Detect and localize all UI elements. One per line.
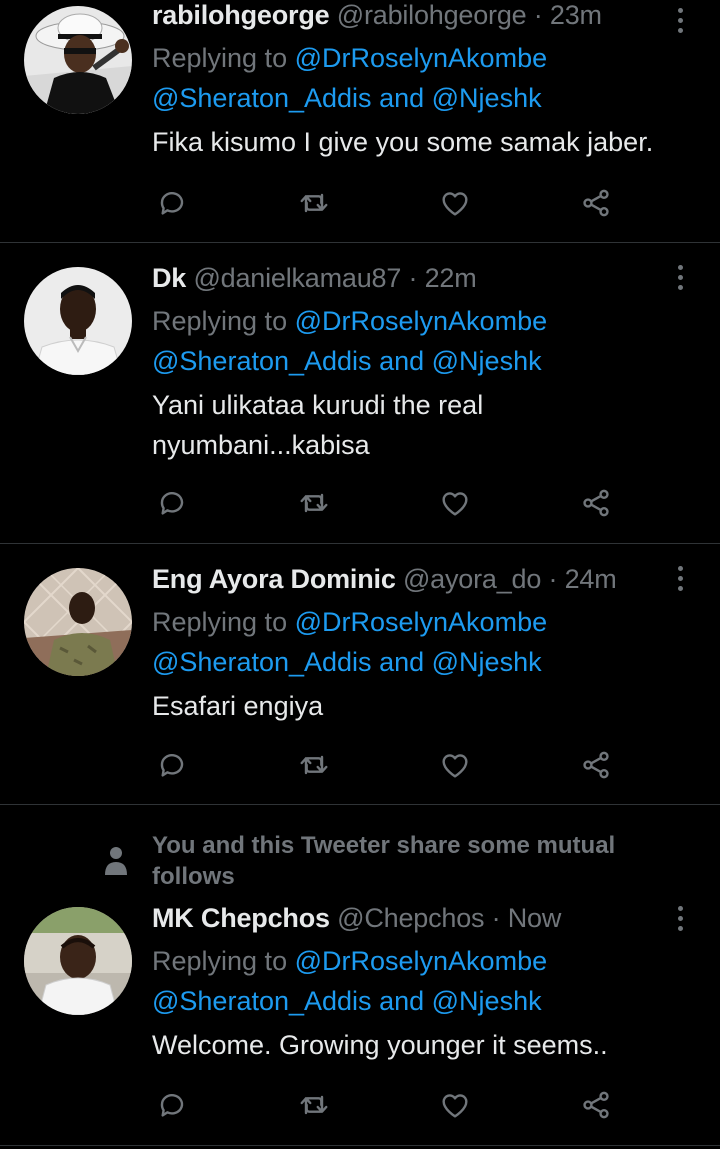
replying-to-continued: @Sheraton_Addis and @Njeshk xyxy=(152,981,660,1021)
mention-link[interactable]: @Sheraton_Addis xyxy=(152,346,372,376)
mention-link[interactable]: @DrRoselynAkombe xyxy=(295,306,548,336)
avatar[interactable] xyxy=(24,568,132,676)
like-icon[interactable] xyxy=(435,183,475,223)
more-options-icon[interactable] xyxy=(670,906,690,931)
retweet-icon[interactable] xyxy=(294,1085,334,1125)
more-options-icon[interactable] xyxy=(670,265,690,290)
replying-to-label: Replying to xyxy=(152,43,288,73)
like-icon[interactable] xyxy=(435,745,475,785)
tweet-text: Fika kisumo I give you some samak jaber. xyxy=(152,127,654,157)
timestamp[interactable]: 22m xyxy=(425,263,477,293)
display-name[interactable]: rabilohgeorge xyxy=(152,0,330,30)
mention-link[interactable]: @Njeshk xyxy=(432,83,542,113)
retweet-icon[interactable] xyxy=(294,483,334,523)
more-options-icon[interactable] xyxy=(670,566,690,591)
display-name[interactable]: Eng Ayora Dominic xyxy=(152,564,396,594)
mention-link[interactable]: @DrRoselynAkombe xyxy=(295,43,548,73)
replying-to: Replying to @DrRoselynAkombe xyxy=(152,38,660,78)
tweet-actions xyxy=(152,745,622,785)
and-link[interactable]: and xyxy=(379,346,424,376)
user-handle[interactable]: @rabilohgeorge xyxy=(337,0,527,30)
display-name[interactable]: Dk xyxy=(152,263,186,293)
separator-dot: · xyxy=(408,263,418,293)
reply-icon[interactable] xyxy=(152,1085,192,1125)
timestamp[interactable]: 24m xyxy=(565,564,617,594)
share-icon[interactable] xyxy=(576,483,616,523)
and-link[interactable]: and xyxy=(379,986,424,1016)
tweet-rabilohgeorge[interactable]: rabilohgeorge @rabilohgeorge · 23m Reply… xyxy=(0,0,720,243)
mention-link[interactable]: @Sheraton_Addis xyxy=(152,647,372,677)
avatar-image xyxy=(24,907,132,1015)
tweet-header: Eng Ayora Dominic @ayora_do · 24m xyxy=(152,562,660,596)
tweet-text: Yani ulikataa kurudi the real nyumbani..… xyxy=(152,385,660,465)
avatar-image xyxy=(24,267,132,375)
user-handle[interactable]: @danielkamau87 xyxy=(193,263,401,293)
timestamp[interactable]: Now xyxy=(508,903,562,933)
share-icon[interactable] xyxy=(576,745,616,785)
replying-to-label: Replying to xyxy=(152,306,288,336)
user-handle[interactable]: @ayora_do xyxy=(403,564,541,594)
tweet-header: rabilohgeorge @rabilohgeorge · 23m xyxy=(152,0,660,32)
separator-dot: · xyxy=(548,564,558,594)
tweet-header: MK Chepchos @Chepchos · Now xyxy=(152,901,660,935)
retweet-icon[interactable] xyxy=(294,183,334,223)
tweet-actions xyxy=(152,483,622,523)
replying-to-label: Replying to xyxy=(152,946,288,976)
replying-to-continued: @Sheraton_Addis and @Njeshk xyxy=(152,341,660,381)
replying-to-continued: @Sheraton_Addis and @Njeshk xyxy=(152,78,660,118)
separator-dot: · xyxy=(491,903,501,933)
tweet-eng-ayora-dominic[interactable]: Eng Ayora Dominic @ayora_do · 24m Replyi… xyxy=(0,544,720,805)
mention-link[interactable]: @Sheraton_Addis xyxy=(152,83,372,113)
mention-link[interactable]: @Sheraton_Addis xyxy=(152,986,372,1016)
mention-link[interactable]: @DrRoselynAkombe xyxy=(295,946,548,976)
reply-icon[interactable] xyxy=(152,745,192,785)
avatar-image xyxy=(24,6,132,114)
reply-icon[interactable] xyxy=(152,183,192,223)
like-icon[interactable] xyxy=(435,1085,475,1125)
more-options-icon[interactable] xyxy=(670,8,690,33)
social-context-text: You and this Tweeter share some mutual xyxy=(152,832,616,859)
and-link[interactable]: and xyxy=(379,83,424,113)
mention-link[interactable]: @DrRoselynAkombe xyxy=(295,607,548,637)
like-icon[interactable] xyxy=(435,483,475,523)
share-icon[interactable] xyxy=(576,183,616,223)
retweet-icon[interactable] xyxy=(294,745,334,785)
avatar[interactable] xyxy=(24,907,132,1015)
user-handle[interactable]: @Chepchos xyxy=(337,903,484,933)
replying-to: Replying to @DrRoselynAkombe xyxy=(152,301,660,341)
tweet-text: Esafari engiya xyxy=(152,691,324,721)
share-icon[interactable] xyxy=(576,1085,616,1125)
tweet-header: Dk @danielkamau87 · 22m xyxy=(152,261,660,295)
tweet-actions xyxy=(152,183,622,223)
tweet-text-line: Yani ulikataa kurudi the real xyxy=(152,390,484,420)
person-icon xyxy=(105,847,127,875)
tweet-actions xyxy=(152,1085,622,1125)
mention-link[interactable]: @Njeshk xyxy=(432,647,542,677)
avatar[interactable] xyxy=(24,6,132,114)
replying-to: Replying to @DrRoselynAkombe xyxy=(152,602,660,642)
social-context-text: follows xyxy=(152,863,235,890)
display-name[interactable]: MK Chepchos xyxy=(152,903,330,933)
avatar[interactable] xyxy=(24,267,132,375)
mention-link[interactable]: @Njeshk xyxy=(432,986,542,1016)
tweet-dk[interactable]: Dk @danielkamau87 · 22m Replying to @DrR… xyxy=(0,243,720,544)
separator-dot: · xyxy=(533,0,543,30)
tweet-text-line: nyumbani...kabisa xyxy=(152,430,370,460)
replying-to-label: Replying to xyxy=(152,607,288,637)
timestamp[interactable]: 23m xyxy=(550,0,602,30)
replying-to-continued: @Sheraton_Addis and @Njeshk xyxy=(152,642,660,682)
mention-link[interactable]: @Njeshk xyxy=(432,346,542,376)
replying-to: Replying to @DrRoselynAkombe xyxy=(152,941,660,981)
reply-icon[interactable] xyxy=(152,483,192,523)
tweet-text: Welcome. Growing younger it seems.. xyxy=(152,1030,608,1060)
and-link[interactable]: and xyxy=(379,647,424,677)
avatar-image xyxy=(24,568,132,676)
